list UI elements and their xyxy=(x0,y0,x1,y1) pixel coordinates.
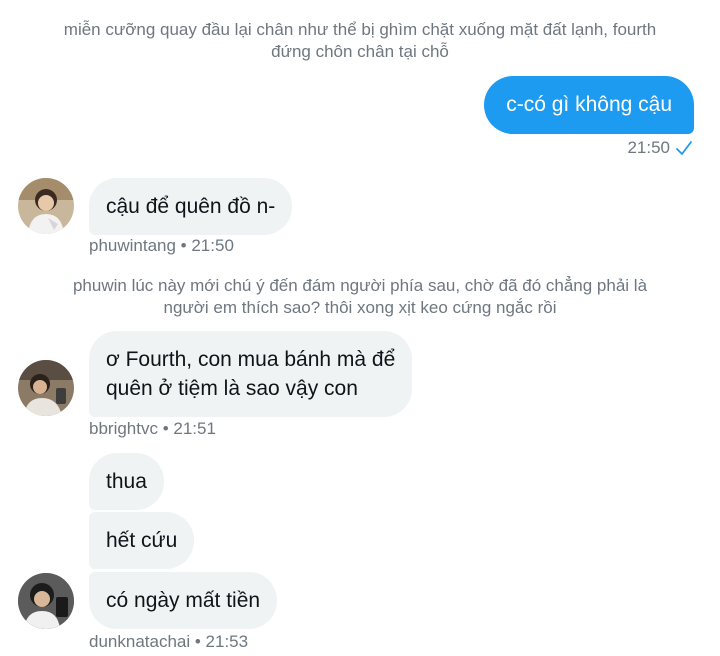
message-time: 21:50 xyxy=(627,138,670,157)
message-bubble[interactable]: có ngày mất tiền xyxy=(89,572,278,629)
narration-line: miễn cưỡng quay đầu lại chân như thể bị … xyxy=(63,20,657,39)
message-text: ơ Fourth, con mua bánh mà để xyxy=(106,348,396,371)
message-text: hết cứu xyxy=(106,529,178,552)
message-text: c-có gì không cậu xyxy=(506,93,672,116)
sent-message-meta: 21:50 xyxy=(627,138,694,158)
message-text: cậu để quên đồ n- xyxy=(106,195,276,218)
message-meta: phuwintang • 21:50 xyxy=(89,236,234,255)
narration-text: miễn cưỡng quay đầu lại chân như thể bị … xyxy=(0,19,720,63)
avatar[interactable] xyxy=(18,360,74,416)
message-meta: bbrightvc • 21:51 xyxy=(89,419,216,438)
narration-text: phuwin lúc này mới chú ý đến đám người p… xyxy=(0,275,720,319)
message-text: có ngày mất tiền xyxy=(106,589,261,612)
avatar[interactable] xyxy=(18,178,74,234)
sent-message-bubble[interactable]: c-có gì không cậu xyxy=(484,76,694,134)
message-bubble[interactable]: ơ Fourth, con mua bánh mà để quên ở tiệm… xyxy=(89,331,413,417)
message-bubble[interactable]: hết cứu xyxy=(89,512,195,569)
narration-line: đứng chôn chân tại chỗ xyxy=(271,42,449,61)
message-bubble[interactable]: thua xyxy=(89,453,164,510)
message-meta: dunknatachai • 21:53 xyxy=(89,632,249,651)
message-text: quên ở tiệm là sao vậy con xyxy=(106,377,358,400)
message-bubble[interactable]: cậu để quên đồ n- xyxy=(89,178,293,235)
narration-line: người em thích sao? thôi xong xịt keo cứ… xyxy=(163,298,557,317)
narration-line: phuwin lúc này mới chú ý đến đám người p… xyxy=(72,276,648,295)
avatar[interactable] xyxy=(18,573,74,629)
message-text: thua xyxy=(106,470,147,493)
sent-check-icon xyxy=(676,141,692,155)
